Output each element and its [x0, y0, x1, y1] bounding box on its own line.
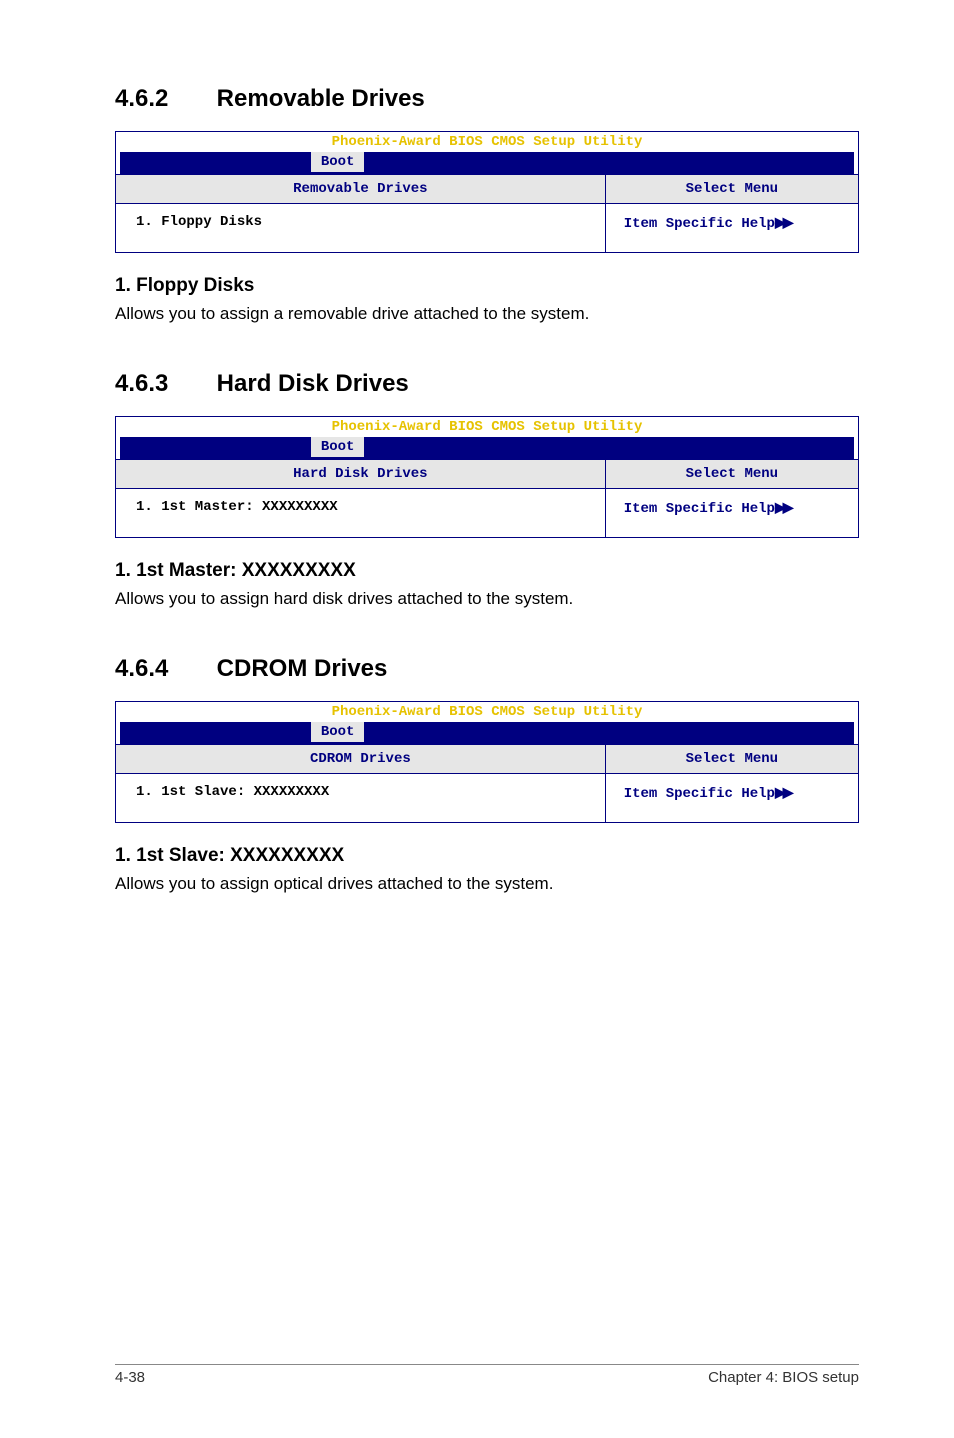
- bios-utility-title: Phoenix-Award BIOS CMOS Setup Utility: [116, 417, 858, 435]
- bios-left-body: 1. 1st Slave: XXXXXXXXX: [116, 774, 605, 820]
- section-title: Hard Disk Drives: [217, 370, 409, 397]
- bios-left-column: Removable Drives 1. Floppy Disks: [116, 175, 606, 252]
- section-heading: 4.6.4 CDROM Drives: [115, 655, 859, 683]
- chapter-label: Chapter 4: BIOS setup: [708, 1369, 859, 1386]
- arrows-icon: ▶▶: [775, 499, 791, 515]
- bios-right-header: Select Menu: [606, 745, 858, 774]
- bios-columns: Hard Disk Drives 1. 1st Master: XXXXXXXX…: [116, 459, 858, 537]
- bios-left-header: Hard Disk Drives: [116, 460, 605, 489]
- section-heading: 4.6.3 Hard Disk Drives: [115, 370, 859, 398]
- bios-tab-boot: Boot: [311, 437, 365, 457]
- bios-screenshot-cdrom: Phoenix-Award BIOS CMOS Setup Utility Bo…: [115, 701, 859, 823]
- bios-columns: CDROM Drives 1. 1st Slave: XXXXXXXXX Sel…: [116, 744, 858, 822]
- page-number: 4-38: [115, 1369, 145, 1386]
- bios-tab-boot: Boot: [311, 152, 365, 172]
- section-heading: 4.6.2 Removable Drives: [115, 85, 859, 113]
- bios-left-body: 1. 1st Master: XXXXXXXXX: [116, 489, 605, 535]
- description-text: Allows you to assign hard disk drives at…: [115, 588, 859, 611]
- page-footer: 4-38 Chapter 4: BIOS setup: [115, 1364, 859, 1386]
- bios-right-body: Item Specific Help▶▶: [606, 489, 858, 537]
- bios-right-body: Item Specific Help▶▶: [606, 204, 858, 252]
- description-text: Allows you to assign a removable drive a…: [115, 303, 859, 326]
- bios-columns: Removable Drives 1. Floppy Disks Select …: [116, 174, 858, 252]
- sub-heading: 1. 1st Slave: XXXXXXXXX: [115, 845, 859, 867]
- section-title: CDROM Drives: [217, 655, 388, 682]
- bios-screenshot-removable: Phoenix-Award BIOS CMOS Setup Utility Bo…: [115, 131, 859, 253]
- bios-left-header: CDROM Drives: [116, 745, 605, 774]
- bios-utility-title: Phoenix-Award BIOS CMOS Setup Utility: [116, 132, 858, 150]
- bios-left-column: Hard Disk Drives 1. 1st Master: XXXXXXXX…: [116, 460, 606, 537]
- help-label: Item Specific Help: [624, 501, 775, 517]
- arrows-icon: ▶▶: [775, 784, 791, 800]
- bios-right-header: Select Menu: [606, 175, 858, 204]
- section-title: Removable Drives: [217, 85, 425, 112]
- bios-left-column: CDROM Drives 1. 1st Slave: XXXXXXXXX: [116, 745, 606, 822]
- sub-heading: 1. Floppy Disks: [115, 275, 859, 297]
- bios-right-column: Select Menu Item Specific Help▶▶: [606, 175, 858, 252]
- bios-left-body: 1. Floppy Disks: [116, 204, 605, 250]
- description-text: Allows you to assign optical drives atta…: [115, 873, 859, 896]
- bios-screenshot-harddisk: Phoenix-Award BIOS CMOS Setup Utility Bo…: [115, 416, 859, 538]
- bios-tab-row: Boot: [120, 437, 854, 459]
- bios-right-column: Select Menu Item Specific Help▶▶: [606, 745, 858, 822]
- bios-right-body: Item Specific Help▶▶: [606, 774, 858, 822]
- bios-right-header: Select Menu: [606, 460, 858, 489]
- bios-tab-boot: Boot: [311, 722, 365, 742]
- sub-heading: 1. 1st Master: XXXXXXXXX: [115, 560, 859, 582]
- help-label: Item Specific Help: [624, 216, 775, 232]
- bios-tab-row: Boot: [120, 722, 854, 744]
- section-number: 4.6.4: [115, 655, 210, 683]
- bios-utility-title: Phoenix-Award BIOS CMOS Setup Utility: [116, 702, 858, 720]
- bios-tab-row: Boot: [120, 152, 854, 174]
- bios-left-header: Removable Drives: [116, 175, 605, 204]
- section-number: 4.6.3: [115, 370, 210, 398]
- arrows-icon: ▶▶: [775, 214, 791, 230]
- help-label: Item Specific Help: [624, 786, 775, 802]
- bios-right-column: Select Menu Item Specific Help▶▶: [606, 460, 858, 537]
- section-number: 4.6.2: [115, 85, 210, 113]
